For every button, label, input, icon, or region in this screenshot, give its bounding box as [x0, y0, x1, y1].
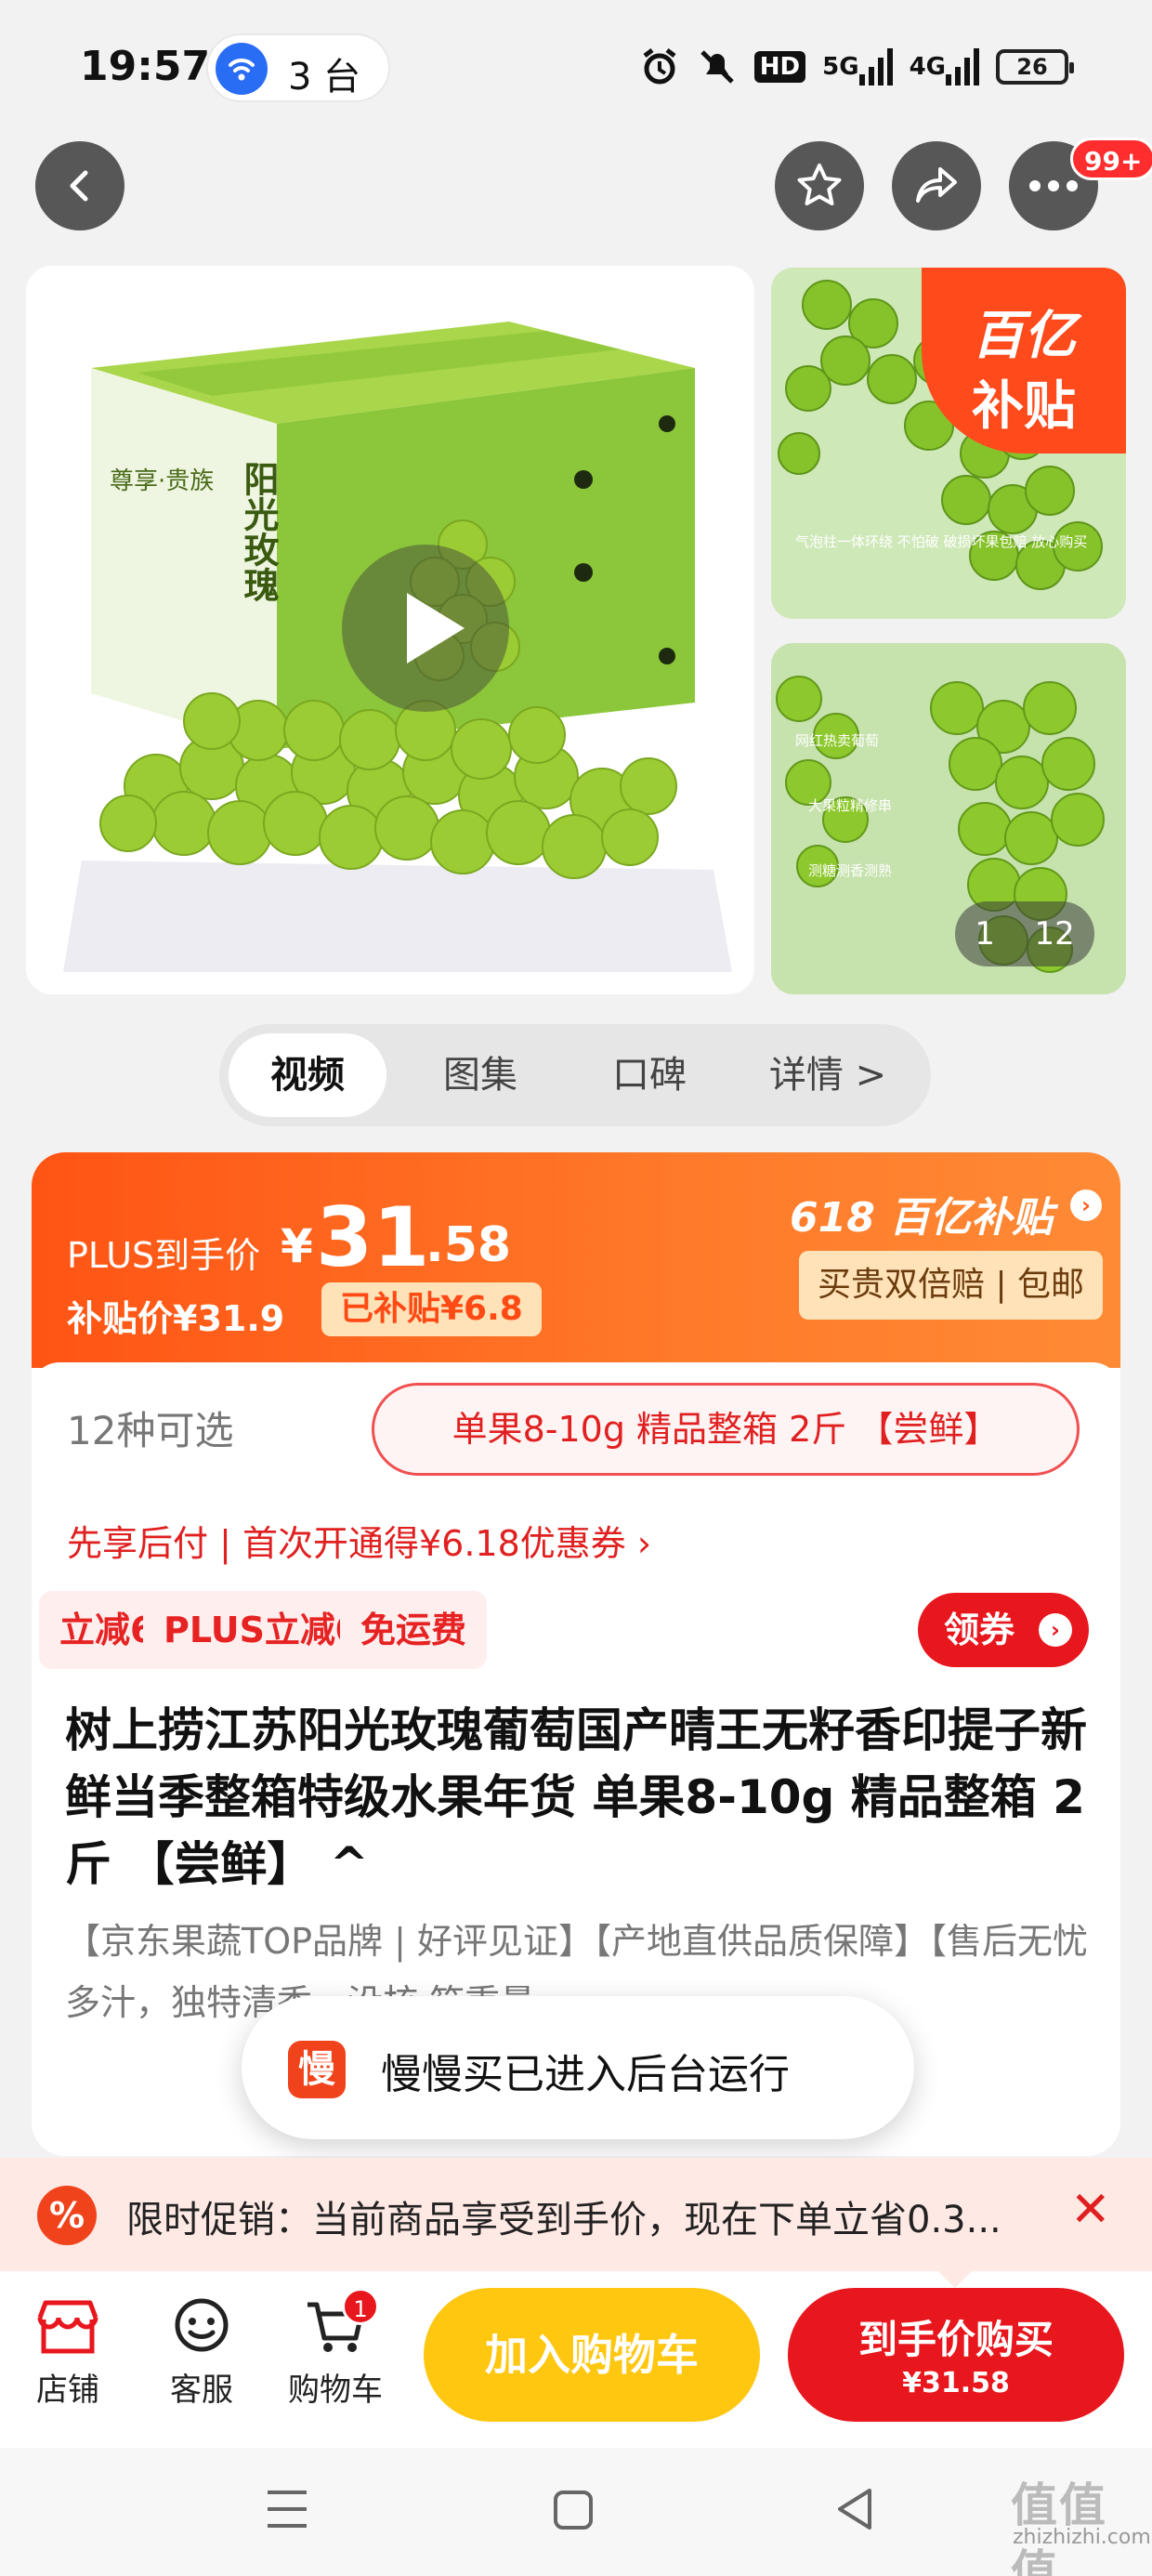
more-dots-icon: [1029, 180, 1078, 191]
alarm-icon: [639, 46, 680, 88]
shop-button[interactable]: 店铺: [17, 2290, 119, 2410]
tooltip-notch: [938, 2271, 972, 2288]
plus-price-integer: 31: [316, 1189, 430, 1285]
limited-promo-text: 限时促销：当前商品享受到手价，现在下单立省0.3...: [126, 2199, 1001, 2241]
watermark-text: zhizhizhi.com: [1013, 2526, 1151, 2549]
campaign-label[interactable]: 618 百亿补贴: [790, 1184, 1053, 1243]
subsidy-amount-tag: 已补贴¥6.8: [321, 1282, 542, 1336]
back-button[interactable]: [35, 141, 124, 230]
media-tabs: 视频 图集 口碑 详情 >: [219, 1024, 931, 1126]
guarantee-tag: 买贵双倍赔 | 包邮: [799, 1251, 1104, 1320]
buy-now-price: ¥31.58: [902, 2367, 1010, 2399]
toast-message: 慢慢买已进入后台运行: [381, 2051, 790, 2098]
favorite-button[interactable]: [775, 141, 864, 230]
tab-video[interactable]: 视频: [229, 1033, 386, 1117]
signal-4g-icon: 4G: [910, 46, 979, 88]
buy-now-button[interactable]: 到手价购买 ¥31.58: [788, 2288, 1124, 2422]
tab-reviews[interactable]: 口碑: [570, 1033, 728, 1117]
tab-gallery[interactable]: 图集: [401, 1033, 559, 1117]
thumb2-label-3: 测糖测香测熟: [808, 862, 892, 879]
limited-promo-banner[interactable]: % 限时促销：当前商品享受到手价，现在下单立省0.3... ✕: [0, 2158, 1152, 2271]
pay-later-link[interactable]: 先享后付 | 首次开通得¥6.18优惠券 ›: [67, 1515, 651, 1566]
share-icon: [916, 167, 957, 203]
customer-service-button[interactable]: 客服: [151, 2290, 253, 2410]
box-title-text: 阳光玫瑰: [238, 461, 279, 602]
notification-badge: 99+: [1070, 138, 1152, 180]
hotspot-indicator[interactable]: 3 台: [206, 33, 390, 102]
manmanmai-app-icon: 慢: [288, 2041, 346, 2098]
wifi-hotspot-icon: [216, 43, 268, 95]
cart-button[interactable]: 1 购物车: [284, 2288, 386, 2410]
watermark-logo: 值值值: [1011, 2478, 1107, 2576]
buy-now-label: 到手价购买: [857, 2317, 1054, 2362]
back-triangle-icon[interactable]: [834, 2487, 873, 2531]
share-button[interactable]: [892, 141, 981, 230]
counter-total: 12: [1034, 915, 1075, 953]
get-coupon-button[interactable]: 领券 ›: [918, 1593, 1089, 1667]
main-product-image[interactable]: 尊享·贵族 阳光玫瑰: [26, 266, 754, 994]
add-to-cart-button[interactable]: 加入购物车: [424, 2288, 760, 2422]
shop-label: 店铺: [36, 2372, 99, 2409]
hd-icon: HD: [753, 46, 806, 88]
image-counter: 1 12: [955, 901, 1094, 966]
signal-5g-icon: 5G: [822, 46, 893, 88]
subsidy-price: 补贴价¥31.9: [67, 1298, 285, 1339]
status-bar: 19:57 3 台 HD 5G 4G 26: [0, 0, 1152, 139]
counter-current: 1: [975, 915, 995, 953]
thumb2-label-1: 网红热卖葡萄: [795, 732, 879, 749]
play-video-button[interactable]: [342, 545, 509, 712]
chevron-left-icon: [70, 170, 88, 202]
thumbnail-caption: 气泡柱一体环绕 不怕破 破损坏果包赔 放心购买: [795, 533, 1087, 550]
battery-icon: 26: [996, 49, 1074, 85]
bottom-action-bar: 店铺 客服 1 购物车 加入购物车 到手价购买 ¥31.58: [0, 2271, 1152, 2448]
price-currency: ¥: [281, 1219, 313, 1273]
thumb2-label-2: 大果粒精修串: [808, 797, 892, 814]
promo-tag-free-shipping: 免运费: [340, 1591, 488, 1669]
cart-count-badge: 1: [342, 2288, 379, 2325]
chevron-right-icon[interactable]: ›: [1070, 1189, 1102, 1221]
discount-percent-icon: %: [37, 2186, 97, 2245]
cart-icon: 1: [284, 2288, 386, 2364]
close-icon[interactable]: ✕: [1070, 2182, 1111, 2238]
home-icon[interactable]: [552, 2489, 595, 2531]
product-title: 树上捞江苏阳光玫瑰葡萄国产晴王无籽香印提子新鲜当季整箱特级水果年货 单果8-10…: [65, 1703, 1087, 1891]
store-icon: [17, 2290, 119, 2364]
status-icons: HD 5G 4G 26: [639, 41, 1074, 93]
chat-face-icon: [151, 2290, 253, 2364]
gallery-thumbnail-1[interactable]: 气泡柱一体环绕 不怕破 破损坏果包赔 放心购买 百亿 补贴: [771, 268, 1126, 619]
plus-price-label: PLUS到手价: [67, 1235, 261, 1276]
system-navigation-bar: [0, 2448, 1152, 2576]
gallery-thumbnail-2[interactable]: 网红热卖葡萄 大果粒精修串 测糖测香测熟 1 12: [771, 643, 1126, 994]
price-header: PLUS到手价 ¥ 31 .58 补贴价¥31.9 已补贴¥6.8 618 百亿…: [32, 1152, 1120, 1368]
box-brand-text: 尊享·贵族: [110, 467, 214, 495]
hotspot-count: 3 台: [288, 56, 361, 99]
cart-label: 购物车: [288, 2372, 383, 2409]
status-time: 19:57: [80, 43, 211, 90]
chevron-right-icon: ›: [1039, 1613, 1072, 1647]
service-label: 客服: [170, 2372, 233, 2409]
selected-variant-chip[interactable]: 单果8-10g 精品整箱 2斤 【尝鲜】: [372, 1383, 1080, 1476]
background-run-toast: 慢 慢慢买已进入后台运行: [242, 1996, 914, 2139]
tab-details[interactable]: 详情 >: [740, 1033, 916, 1117]
menu-icon[interactable]: [266, 2489, 308, 2530]
plus-price-decimal: .58: [425, 1217, 512, 1273]
variant-count[interactable]: 12种可选: [67, 1400, 233, 1456]
mute-icon: [697, 46, 738, 88]
star-icon: [797, 164, 842, 205]
